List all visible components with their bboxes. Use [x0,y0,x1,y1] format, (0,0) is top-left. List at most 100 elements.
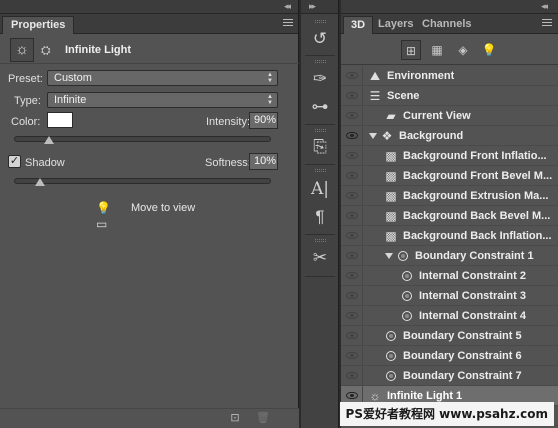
visibility-toggle[interactable] [341,206,363,225]
visibility-toggle[interactable] [341,86,363,105]
grip-handle[interactable] [315,129,326,132]
grip-handle[interactable] [315,239,326,242]
visibility-toggle[interactable] [341,346,363,365]
tree-row-label: Infinite Light 1 [387,390,463,402]
character-icon[interactable]: A| [306,176,334,202]
tree-row[interactable]: Internal Constraint 4 [341,306,558,326]
panel-menu-icon[interactable] [542,19,552,27]
tree-row-label: Background [399,130,464,142]
visibility-toggle[interactable] [341,166,363,185]
select-arrows-icon: ▲ ▼ [267,72,273,84]
tree-row[interactable]: ☰ Scene [341,86,558,106]
camera-icon: ▰ [386,109,396,123]
visibility-toggle[interactable] [341,126,363,145]
constraint-icon [402,271,412,281]
type-select[interactable]: Infinite ▲ ▼ [47,92,278,108]
softness-slider-track[interactable] [14,178,271,184]
tree-row-label: Background Back Inflation... [403,230,552,242]
clone-source-icon[interactable]: ⎘ [306,134,334,160]
light-color-swatch[interactable] [47,112,73,128]
properties-title: Infinite Light [65,44,131,56]
tree-row-label: Internal Constraint 3 [419,290,526,302]
properties-header: ☼ ⛭ Infinite Light [0,36,299,64]
tree-row[interactable]: Boundary Constraint 7 [341,366,558,386]
visibility-toggle[interactable] [341,146,363,165]
tree-row[interactable]: ❖ Background [341,126,558,146]
visibility-toggle[interactable] [341,266,363,285]
history-brush-icon[interactable]: ↺ [306,26,334,52]
layer-comps-icon[interactable]: ⊶ [306,94,334,120]
grip-handle[interactable] [315,169,326,172]
softness-slider-thumb[interactable] [34,178,45,186]
eye-icon [346,172,358,179]
properties-footer: ⊡ 🗑 [0,408,299,428]
shadow-checkbox[interactable]: ✓ [8,155,21,168]
light-properties-icon[interactable]: ☼ [10,38,34,62]
whole-scene-icon[interactable]: ⊞ [401,40,421,60]
tree-row[interactable]: Internal Constraint 2 [341,266,558,286]
materials-icon[interactable]: ◈ [453,40,473,60]
collapse-arrows-icon[interactable]: ◂◂ [284,1,291,12]
visibility-toggle[interactable] [341,226,363,245]
visibility-toggle[interactable] [341,286,363,305]
intensity-slider-thumb[interactable] [43,136,54,144]
meshes-icon[interactable]: ▦ [427,40,447,60]
tree-row[interactable]: ▩ Background Front Bevel M... [341,166,558,186]
preset-select[interactable]: Custom ▲ ▼ [47,70,278,86]
3d-panel: ◂◂ 3D Layers Channels ⊞ ▦ ◈ 💡 ⛰ Environme… [341,0,558,428]
constraint-icon [402,291,412,301]
constraint-icon [386,351,396,361]
lights-icon[interactable]: 💡 [479,40,499,60]
visibility-toggle[interactable] [341,106,363,125]
paragraph-icon[interactable]: ¶ [306,204,334,230]
tree-row[interactable]: ▩ Background Front Inflatio... [341,146,558,166]
expand-triangle-icon[interactable] [369,133,377,139]
panel-menu-icon[interactable] [283,19,293,27]
visibility-toggle[interactable] [341,366,363,385]
visibility-toggle[interactable] [341,246,363,265]
grip-handle[interactable] [315,60,326,63]
select-arrows-icon: ▲ ▼ [267,94,273,106]
tree-row[interactable]: ▩ Background Back Bevel M... [341,206,558,226]
panel-collapse-bar[interactable]: ◂◂ [0,0,298,14]
tree-row[interactable]: ⛰ Environment [341,66,558,86]
collapse-arrows-icon[interactable]: ◂◂ [541,1,548,12]
expand-triangle-icon[interactable] [385,253,393,259]
tree-row[interactable]: Boundary Constraint 1 [341,246,558,266]
tree-row-label: Boundary Constraint 6 [403,350,522,362]
tree-row[interactable]: ▰ Current View [341,106,558,126]
new-light-icon[interactable]: ⊡ [228,412,242,425]
panel-icon-strip: ▸▸ ↺ ✑ ⊶ ⎘ A| ¶ ✂ [301,0,339,428]
visibility-toggle[interactable] [341,326,363,345]
tab-channels[interactable]: Channels [415,16,479,34]
expand-arrows-icon[interactable]: ▸▸ [309,1,316,12]
visibility-toggle[interactable] [341,66,363,85]
tree-row[interactable]: ▩ Background Extrusion Ma... [341,186,558,206]
trash-icon[interactable]: 🗑 [256,412,270,425]
tool-presets-icon[interactable]: ✂ [306,245,334,271]
eye-icon [346,112,358,119]
3d-scene-tree: ⛰ Environment ☰ Scene ▰ Current View ❖ Backgrou… [341,66,558,426]
softness-field[interactable]: 10% [249,153,278,170]
visibility-toggle[interactable] [341,186,363,205]
grip-handle[interactable] [315,20,326,23]
tab-properties[interactable]: Properties [2,16,75,34]
panel-collapse-bar[interactable]: ◂◂ [341,0,558,14]
color-label: Color: [11,116,41,128]
tree-row[interactable]: Internal Constraint 3 [341,286,558,306]
eye-icon [346,372,358,379]
tree-row[interactable]: ▩ Background Back Inflation... [341,226,558,246]
preset-label: Preset: [8,73,43,85]
tree-row-label: Background Front Inflatio... [403,150,547,162]
brush-presets-icon[interactable]: ✑ [306,66,334,92]
coordinates-icon[interactable]: ⛭ [41,43,55,57]
tree-row[interactable]: Boundary Constraint 6 [341,346,558,366]
tree-row[interactable]: Boundary Constraint 5 [341,326,558,346]
material-icon: ▩ [385,209,397,223]
strip-collapse-bar[interactable]: ▸▸ [301,0,338,14]
tab-3d[interactable]: 3D [343,16,374,34]
intensity-field[interactable]: 90% [249,112,278,129]
tab-layers[interactable]: Layers [371,16,420,34]
eye-icon [346,232,358,239]
visibility-toggle[interactable] [341,306,363,325]
